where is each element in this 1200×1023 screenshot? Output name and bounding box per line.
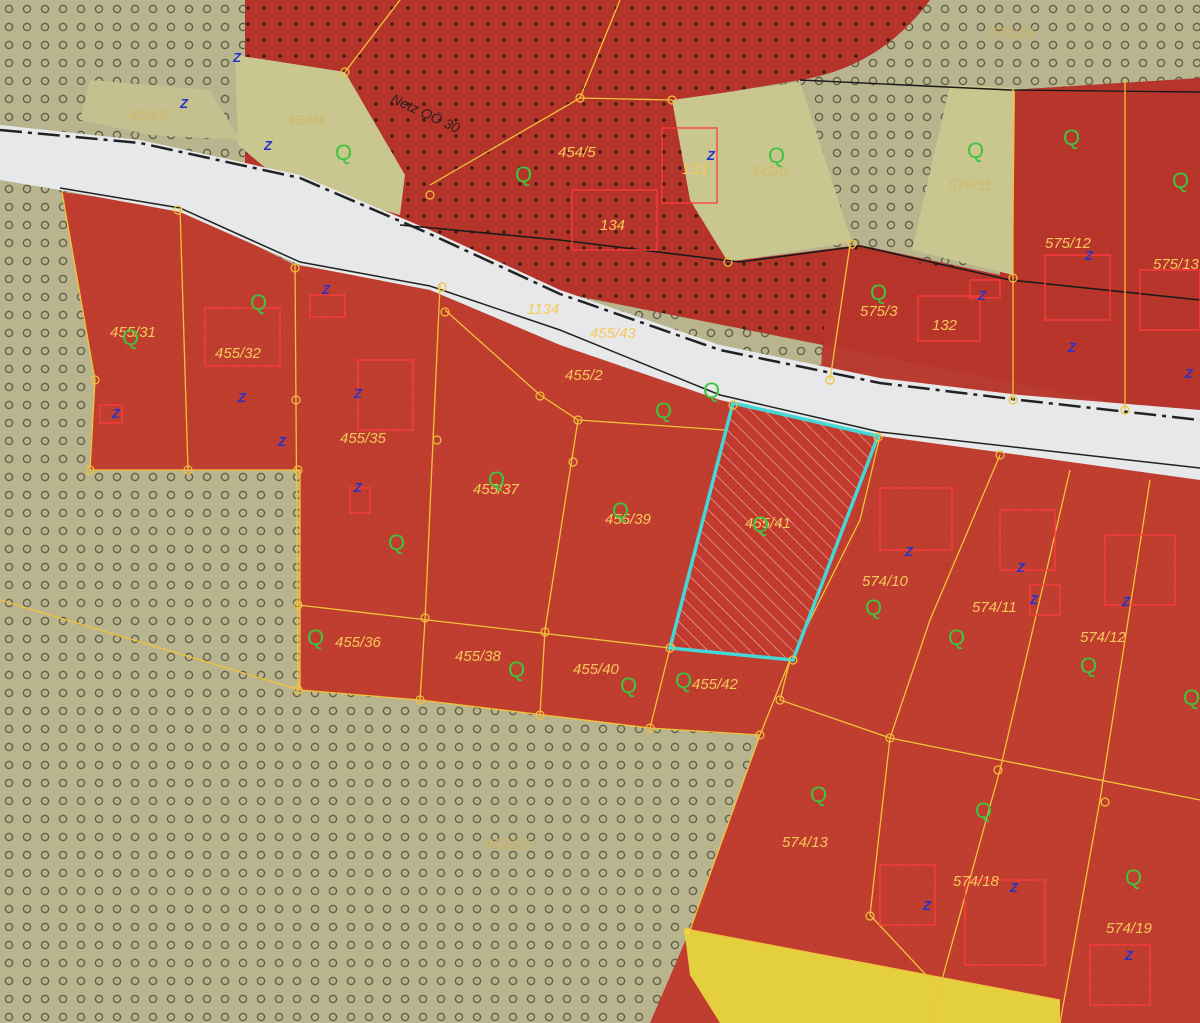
label-575-3[interactable]: 575/3 (860, 303, 898, 320)
z-symbol: Z (179, 96, 189, 111)
z-symbol: Z (277, 434, 287, 449)
label-454-3[interactable]: 454/3 (130, 107, 168, 124)
q-symbol: Q (752, 512, 769, 537)
z-symbol: Z (353, 386, 363, 401)
q-symbol: Q (768, 143, 785, 168)
q-symbol: Q (515, 162, 532, 187)
q-symbol: Q (655, 398, 672, 423)
label-574-11[interactable]: 574/11 (972, 599, 1017, 616)
z-symbol: Z (1084, 248, 1094, 263)
q-symbol: Q (250, 290, 267, 315)
cadastral-map[interactable]: 455/31 455/32 455/35 455/36 455/37 455/3… (0, 0, 1200, 1023)
z-symbol: Z (1124, 948, 1134, 963)
label-455-2[interactable]: 455/2 (565, 367, 603, 384)
z-symbol: Z (904, 544, 914, 559)
label-455-43[interactable]: 455/43 (590, 325, 637, 342)
z-symbol: Z (111, 406, 121, 421)
z-symbol: Z (353, 480, 363, 495)
z-symbol: Z (977, 288, 987, 303)
q-symbol: Q (967, 138, 984, 163)
q-symbol: Q (975, 798, 992, 823)
q-symbol: Q (1172, 168, 1189, 193)
q-symbol: Q (307, 625, 324, 650)
z-symbol: Z (1121, 594, 1131, 609)
q-symbol: Q (488, 467, 505, 492)
q-symbol: Q (508, 657, 525, 682)
label-road-1134[interactable]: 1134 (527, 301, 559, 318)
z-symbol: Z (321, 282, 331, 297)
q-symbol: Q (865, 595, 882, 620)
label-574-19[interactable]: 574/19 (1106, 920, 1153, 937)
z-symbol: Z (1067, 340, 1077, 355)
q-symbol: Q (703, 378, 720, 403)
label-575-13[interactable]: 575/13 (1153, 256, 1200, 273)
q-symbol: Q (948, 625, 965, 650)
q-symbol: Q (810, 782, 827, 807)
label-455-38[interactable]: 455/38 (455, 648, 502, 665)
label-454-5[interactable]: 454/5 (558, 144, 596, 161)
q-symbol: Q (1125, 865, 1142, 890)
q-symbol: Q (870, 280, 887, 305)
z-symbol: Z (232, 50, 242, 65)
label-574-10[interactable]: 574/10 (862, 573, 909, 590)
label-574-13[interactable]: 574/13 (782, 834, 829, 851)
label-455-32[interactable]: 455/32 (215, 345, 262, 362)
z-symbol: Z (1029, 592, 1039, 607)
q-symbol: Q (1183, 685, 1200, 710)
label-455-15[interactable]: 455/15 (485, 836, 532, 853)
z-symbol: Z (263, 138, 273, 153)
label-455-36[interactable]: 455/36 (335, 634, 382, 651)
label-575-14[interactable]: 575/14 (988, 25, 1034, 42)
q-symbol: Q (620, 673, 637, 698)
q-symbol: Q (122, 325, 139, 350)
label-building-132[interactable]: 132 (932, 317, 958, 334)
q-symbol: Q (1080, 653, 1097, 678)
label-455-40[interactable]: 455/40 (573, 661, 620, 678)
q-symbol: Q (388, 530, 405, 555)
q-symbol: Q (612, 498, 629, 523)
label-building-133[interactable]: 133 (682, 161, 708, 178)
z-symbol: Z (706, 148, 716, 163)
label-575-11[interactable]: 575/11 (948, 177, 993, 194)
label-building-134[interactable]: 134 (600, 217, 625, 234)
label-454-4[interactable]: 454/4 (287, 112, 325, 129)
label-455-42[interactable]: 455/42 (692, 676, 739, 693)
z-symbol: Z (1016, 560, 1026, 575)
q-symbol: Q (675, 668, 692, 693)
label-574-12[interactable]: 574/12 (1080, 629, 1127, 646)
label-574-18[interactable]: 574/18 (953, 873, 1000, 890)
z-symbol: Z (1184, 366, 1194, 381)
z-symbol: Z (922, 898, 932, 913)
q-symbol: Q (335, 140, 352, 165)
z-symbol: Z (237, 390, 247, 405)
z-symbol: Z (1009, 880, 1019, 895)
map-viewport[interactable]: 455/31 455/32 455/35 455/36 455/37 455/3… (0, 0, 1200, 1023)
q-symbol: Q (1063, 125, 1080, 150)
label-455-35[interactable]: 455/35 (340, 430, 387, 447)
